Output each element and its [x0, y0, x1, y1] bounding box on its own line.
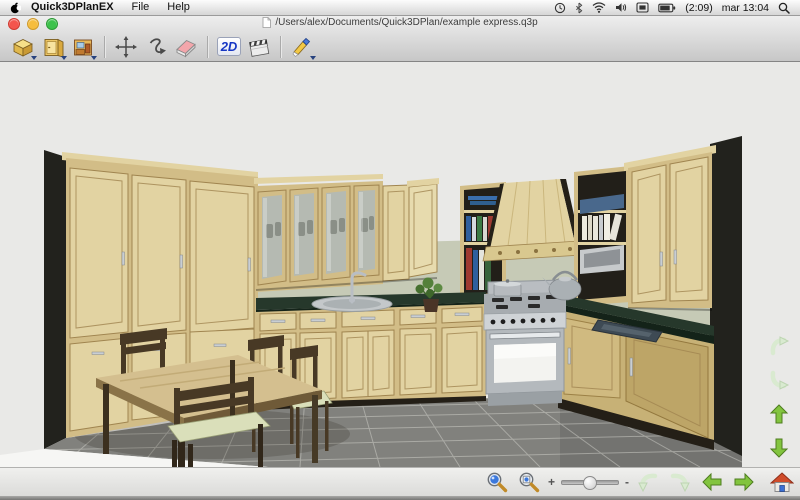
dropdown-arrow-icon	[31, 56, 37, 60]
toolbar-separator	[207, 36, 208, 58]
3d-viewport[interactable]	[0, 61, 758, 467]
apple-logo-icon	[10, 2, 21, 14]
kitchen-scene	[0, 61, 758, 467]
menu-bar: Quick3DPlanEX File Help (2:09)	[0, 0, 800, 16]
orbit-left-icon	[637, 471, 659, 493]
volume-icon[interactable]	[615, 2, 627, 13]
orbit-up-button[interactable]	[766, 333, 792, 359]
2d-label: 2D	[217, 37, 242, 56]
desktop: Quick3DPlanEX File Help (2:09)	[0, 0, 800, 500]
glass-doors	[258, 185, 379, 285]
eraser-icon	[174, 35, 198, 59]
pan-right-icon	[733, 471, 755, 493]
room-box-icon	[11, 35, 35, 59]
furniture-icon	[71, 35, 95, 59]
render-button[interactable]	[244, 33, 274, 60]
zoom-window-icon	[517, 470, 541, 494]
add-cabinet-button[interactable]	[38, 33, 68, 60]
document-icon	[262, 17, 271, 28]
orbit-right-icon	[669, 471, 691, 493]
paintbrush-icon	[290, 35, 314, 59]
move-arrows-icon	[114, 35, 138, 59]
orbit-right-button[interactable]	[667, 469, 693, 495]
pan-left-icon	[701, 471, 723, 493]
upper-cabinets[interactable]	[254, 145, 716, 310]
zoom-lens-icon	[485, 470, 509, 494]
spotlight-icon[interactable]	[778, 2, 790, 14]
rotate-icon	[144, 35, 168, 59]
window-title: /Users/alex/Documents/Quick3DPlan/exampl…	[275, 17, 537, 28]
zoom-slider[interactable]	[561, 476, 619, 488]
battery-icon[interactable]	[658, 3, 676, 13]
stove[interactable]	[484, 280, 566, 406]
pan-right-button[interactable]	[731, 469, 757, 495]
toolbar-separator	[280, 36, 281, 58]
menu-clock[interactable]: mar 13:04	[722, 2, 769, 14]
title-bar[interactable]: /Users/alex/Documents/Quick3DPlan/exampl…	[0, 15, 800, 32]
wifi-icon[interactable]	[592, 2, 606, 13]
clapperboard-icon	[247, 35, 271, 59]
apple-menu[interactable]	[10, 2, 21, 14]
zoom-window-button[interactable]	[516, 469, 542, 495]
menu-file[interactable]: File	[123, 0, 159, 15]
zoom-lens-button[interactable]	[484, 469, 510, 495]
window-chrome: /Users/alex/Documents/Quick3DPlan/exampl…	[0, 15, 800, 62]
zoom-out-label[interactable]: -	[625, 475, 629, 489]
home-button[interactable]	[769, 469, 795, 495]
window-bottom-edge	[0, 496, 800, 500]
add-furniture-button[interactable]	[68, 33, 98, 60]
orbit-up-icon	[768, 335, 790, 357]
erase-button[interactable]	[171, 33, 201, 60]
bottom-bar: + -	[0, 467, 800, 497]
menu-app-name[interactable]: Quick3DPlanEX	[29, 0, 123, 15]
paint-button[interactable]	[287, 33, 317, 60]
add-room-button[interactable]	[8, 33, 38, 60]
view-2d-button[interactable]: 2D	[214, 33, 244, 60]
input-menu-icon[interactable]	[636, 2, 649, 13]
cabinet-icon	[41, 35, 65, 59]
orbit-left-button[interactable]	[635, 469, 661, 495]
battery-time: (2:09)	[685, 2, 712, 14]
move-button[interactable]	[111, 33, 141, 60]
right-nav-panel	[758, 61, 800, 467]
zoom-slider-thumb[interactable]	[583, 476, 597, 490]
pan-up-icon	[768, 403, 790, 425]
toolbar-separator	[104, 36, 105, 58]
orbit-down-button[interactable]	[766, 367, 792, 393]
toolbar: 2D	[8, 32, 317, 61]
dropdown-arrow-icon	[310, 56, 316, 60]
dropdown-arrow-icon	[91, 56, 97, 60]
pan-up-button[interactable]	[766, 401, 792, 427]
pan-down-icon	[768, 437, 790, 459]
rotate-button[interactable]	[141, 33, 171, 60]
orbit-down-icon	[768, 369, 790, 391]
books	[582, 214, 622, 241]
pan-down-button[interactable]	[766, 435, 792, 461]
menu-help[interactable]: Help	[158, 0, 199, 15]
home-icon	[770, 471, 794, 493]
dropdown-arrow-icon	[61, 56, 67, 60]
zoom-in-label[interactable]: +	[548, 475, 555, 489]
clock-icon[interactable]	[554, 2, 566, 14]
pan-left-button[interactable]	[699, 469, 725, 495]
bluetooth-icon[interactable]	[575, 2, 583, 14]
